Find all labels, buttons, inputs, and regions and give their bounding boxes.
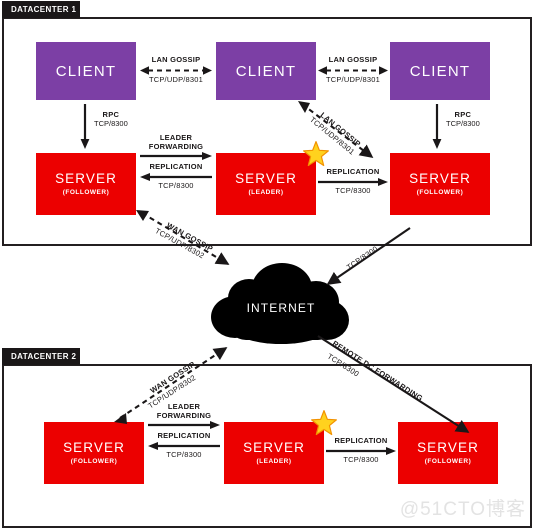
link-label: LAN GOSSIP — [151, 55, 201, 64]
right-arrow-icon — [318, 177, 388, 186]
datacenter-1-tab: DATACENTER 1 — [2, 1, 80, 18]
right-arrow-icon — [140, 152, 212, 161]
dc2-server-link-2: REPLICATION TCP/8300 — [326, 436, 396, 464]
dc2-leader-star-icon — [311, 410, 337, 436]
link-port: TCP/8300 — [446, 119, 480, 128]
bidirectional-dashed-arrow-icon — [318, 65, 388, 75]
node-role: (LEADER) — [248, 188, 284, 196]
node-title: CLIENT — [235, 62, 297, 80]
node-title: SERVER — [409, 171, 471, 186]
node-title: CLIENT — [409, 62, 471, 80]
dc1-client-1[interactable]: CLIENT — [36, 42, 136, 100]
right-arrow-icon — [148, 421, 220, 430]
dc2-server-follower-right[interactable]: SERVER (FOLLOWER) — [398, 422, 498, 484]
link-port: TCP/8300 — [343, 454, 379, 464]
internet-cloud: INTERNET — [205, 262, 357, 354]
link-label-top: REPLICATION — [326, 167, 380, 176]
bidirectional-dashed-arrow-icon — [140, 65, 212, 75]
node-role: (FOLLOWER) — [62, 188, 110, 196]
dc1-leader-star-icon — [303, 141, 329, 167]
link-port: TCP/8300 — [94, 119, 128, 128]
link-label-bottom: REPLICATION — [157, 431, 211, 441]
link-port: TCP/8300 — [335, 185, 371, 195]
dc1-client-2[interactable]: CLIENT — [216, 42, 316, 100]
dc1-client-3[interactable]: CLIENT — [390, 42, 490, 100]
link-label-top: LEADER FORWARDING — [156, 402, 212, 420]
left-arrow-icon — [148, 441, 220, 450]
dc2-server-follower-left[interactable]: SERVER (FOLLOWER) — [44, 422, 144, 484]
node-title: SERVER — [63, 440, 125, 455]
dc1-server-link-2: REPLICATION TCP/8300 — [318, 167, 388, 195]
dc1-server-link-1: LEADER FORWARDING REPLICATION TCP/8300 — [140, 133, 212, 191]
node-title: SERVER — [243, 440, 305, 455]
node-role: (FOLLOWER) — [416, 188, 464, 196]
node-role: (FOLLOWER) — [70, 457, 118, 465]
watermark: @51CTO博客 — [399, 499, 526, 520]
node-title: CLIENT — [55, 62, 117, 80]
link-label: RPC — [102, 110, 120, 119]
link-label: LAN GOSSIP — [328, 55, 378, 64]
dc1-lan-gossip-link-2: LAN GOSSIP TCP/UDP/8301 — [318, 55, 388, 84]
dc1-server-leader[interactable]: SERVER (LEADER) — [216, 153, 316, 215]
node-role: (LEADER) — [256, 457, 292, 465]
down-arrow-icon — [80, 104, 90, 149]
dc1-server-follower-left[interactable]: SERVER (FOLLOWER) — [36, 153, 136, 215]
right-arrow-icon — [326, 446, 396, 455]
node-role: (FOLLOWER) — [424, 457, 472, 465]
cloud-icon — [211, 263, 349, 344]
link-label-top: LEADER FORWARDING — [148, 133, 204, 151]
dc2-server-leader[interactable]: SERVER (LEADER) — [224, 422, 324, 484]
dc2-server-link-1: LEADER FORWARDING REPLICATION TCP/8300 — [148, 402, 220, 460]
link-port: TCP/8300 — [158, 180, 194, 190]
dc1-server-follower-right[interactable]: SERVER (FOLLOWER) — [390, 153, 490, 215]
link-port: TCP/UDP/8301 — [325, 74, 381, 84]
node-title: SERVER — [417, 440, 479, 455]
diagram-canvas: DATACENTER 1 CLIENT CLIENT CLIENT LAN GO… — [0, 0, 536, 531]
node-title: SERVER — [235, 171, 297, 186]
dc1-lan-gossip-link-1: LAN GOSSIP TCP/UDP/8301 — [140, 55, 212, 84]
link-port: TCP/UDP/8301 — [148, 74, 204, 84]
link-label-top: REPLICATION — [334, 436, 388, 445]
left-arrow-icon — [140, 172, 212, 181]
link-label: RPC — [454, 110, 472, 119]
down-arrow-icon — [432, 104, 442, 149]
dc1-rpc-link-2: RPC TCP/8300 — [432, 104, 502, 150]
link-label-bottom: REPLICATION — [149, 162, 203, 172]
link-port: TCP/8300 — [166, 449, 202, 459]
node-title: SERVER — [55, 171, 117, 186]
datacenter-2-tab: DATACENTER 2 — [2, 348, 80, 365]
